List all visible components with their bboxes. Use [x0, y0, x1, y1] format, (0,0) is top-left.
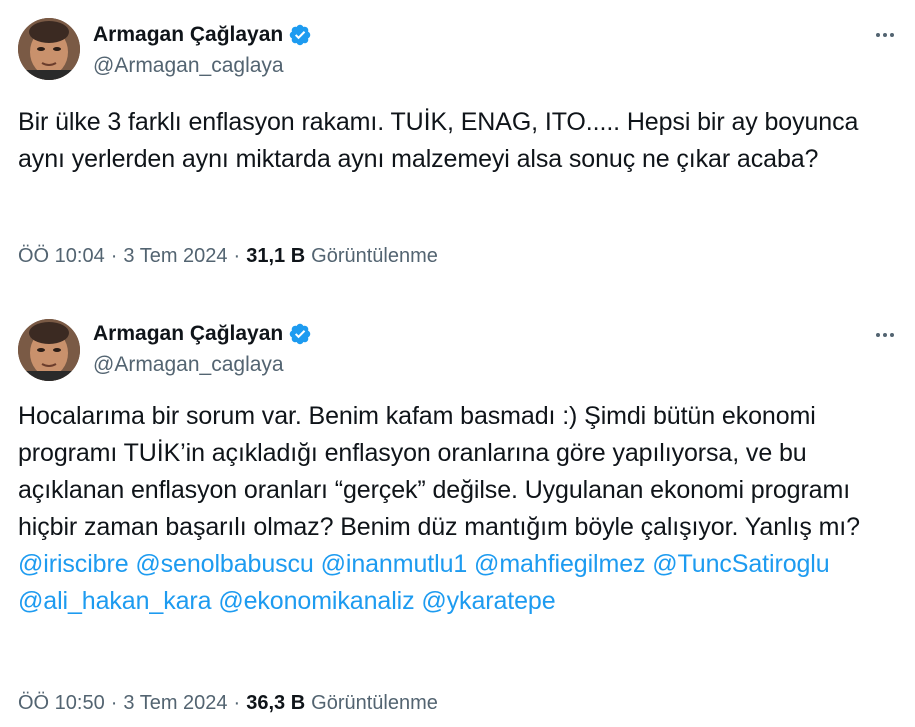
- tweet-text: Bir ülke 3 farklı enflasyon rakamı. TUİK…: [18, 108, 859, 173]
- mention-link[interactable]: @ykaratepe: [421, 587, 555, 615]
- separator: ·: [233, 692, 241, 714]
- tweet-2[interactable]: Armagan Çağlayan @Armagan_caglaya Hocala…: [0, 300, 915, 727]
- author-row: Armagan Çağlayan: [93, 320, 312, 348]
- views-count: 36,3 B: [246, 692, 306, 714]
- more-options-icon[interactable]: [871, 325, 899, 345]
- mention-link[interactable]: @ali_hakan_kara: [18, 587, 212, 615]
- author-name[interactable]: Armagan Çağlayan: [93, 21, 283, 49]
- more-options-icon[interactable]: [871, 25, 899, 45]
- avatar[interactable]: [18, 319, 80, 381]
- author-name[interactable]: Armagan Çağlayan: [93, 320, 283, 348]
- views-label: Görüntülenme: [311, 245, 438, 267]
- views-count: 31,1 B: [246, 245, 306, 267]
- separator: ·: [233, 245, 241, 267]
- mention-link[interactable]: @TuncSatiroglu: [652, 550, 829, 578]
- tweet-meta: ÖÖ 10:50 · 3 Tem 2024 · 36,3 B Görüntüle…: [18, 690, 438, 716]
- verified-badge-icon[interactable]: [288, 23, 312, 47]
- tweet-meta: ÖÖ 10:04 · 3 Tem 2024 · 31,1 B Görüntüle…: [18, 243, 438, 269]
- mention-link[interactable]: @inanmutlu1: [321, 550, 468, 578]
- tweet-time[interactable]: ÖÖ 10:50: [18, 690, 105, 716]
- separator: ·: [110, 692, 118, 714]
- author-handle[interactable]: @Armagan_caglaya: [93, 351, 284, 379]
- tweet-time[interactable]: ÖÖ 10:04: [18, 243, 105, 269]
- verified-badge-icon[interactable]: [288, 322, 312, 346]
- tweet-date[interactable]: 3 Tem 2024: [123, 243, 227, 269]
- mention-link[interactable]: @senolbabuscu: [135, 550, 313, 578]
- avatar[interactable]: [18, 18, 80, 80]
- separator: ·: [110, 245, 118, 267]
- tweet-text-body: Hocalarıma bir sorum var. Benim kafam ba…: [18, 402, 860, 541]
- tweet-1[interactable]: Armagan Çağlayan @Armagan_caglaya Bir ül…: [0, 0, 915, 300]
- mention-link[interactable]: @mahfiegilmez: [474, 550, 645, 578]
- author-row: Armagan Çağlayan: [93, 21, 312, 49]
- author-handle[interactable]: @Armagan_caglaya: [93, 52, 284, 80]
- mention-link[interactable]: @ekonomikanaliz: [218, 587, 414, 615]
- views-label: Görüntülenme: [311, 692, 438, 714]
- tweet-date[interactable]: 3 Tem 2024: [123, 690, 227, 716]
- mention-link[interactable]: @iriscibre: [18, 550, 129, 578]
- tweet-text: Hocalarıma bir sorum var. Benim kafam ba…: [18, 398, 908, 620]
